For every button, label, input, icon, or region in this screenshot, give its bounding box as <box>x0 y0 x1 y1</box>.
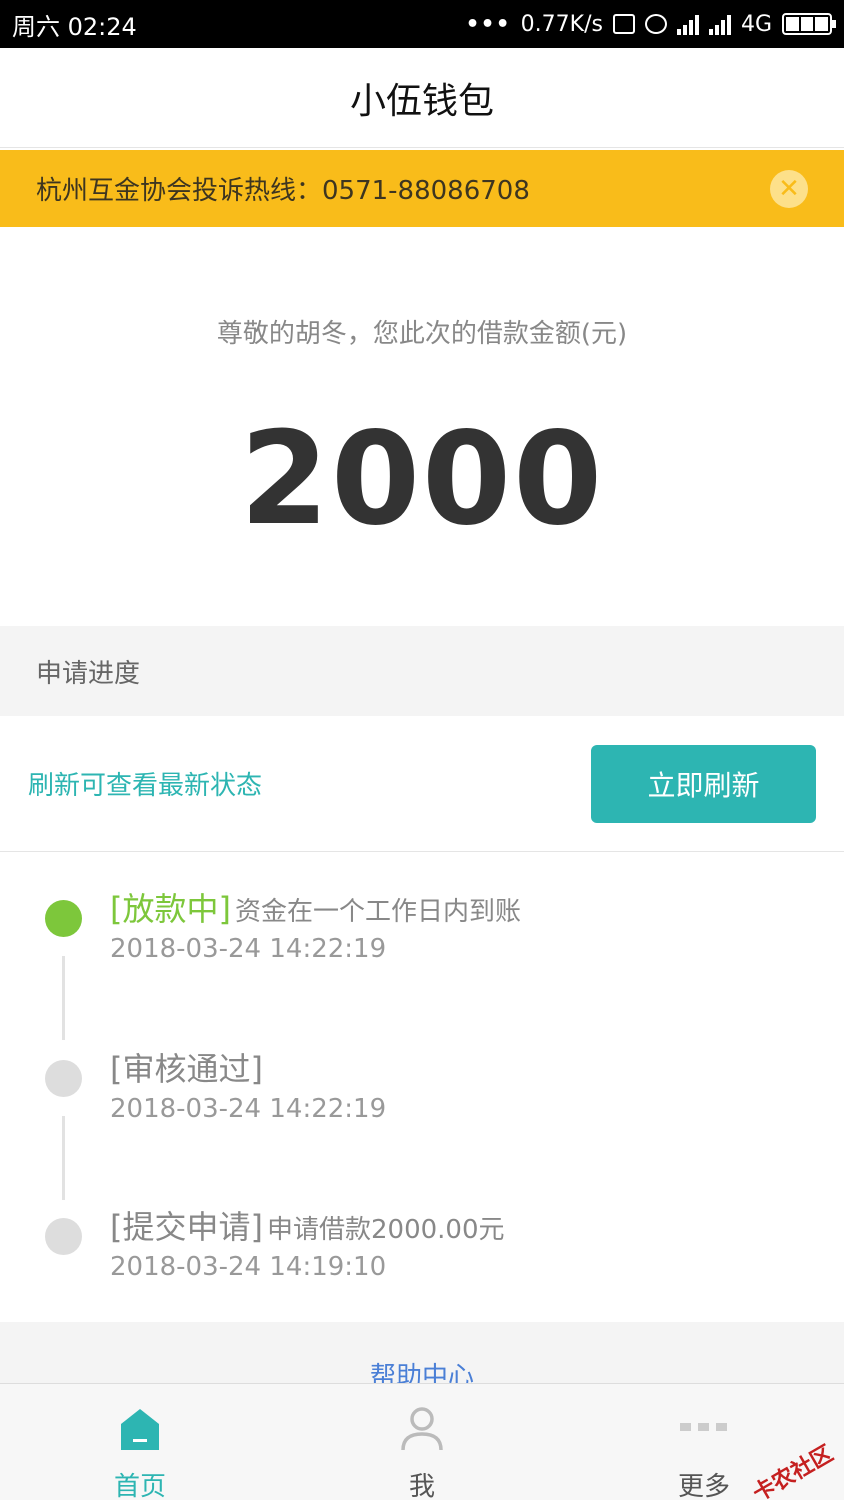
signal-icon <box>676 13 699 35</box>
timeline-tag: [审核通过] <box>110 1050 263 1088</box>
timeline-desc: 资金在一个工作日内到账 <box>234 897 521 927</box>
status-bar: 周六 02:24 ••• 0.77K/s 4G <box>0 0 844 48</box>
timeline-time: 2018-03-24 14:22:19 <box>110 934 387 964</box>
tab-home-label: 首页 <box>113 1472 166 1500</box>
amount-label: 尊敬的胡冬，您此次的借款金额(元) <box>216 319 628 349</box>
refresh-row: 刷新可查看最新状态 立即刷新 <box>0 716 844 852</box>
status-time: 周六 02:24 <box>12 12 137 41</box>
refresh-button[interactable]: 立即刷新 <box>591 744 816 823</box>
tab-me[interactable]: 我 <box>382 1384 462 1500</box>
tab-more[interactable]: 更多 <box>664 1384 744 1500</box>
status-dot-icon <box>45 900 82 937</box>
tab-me-label: 我 <box>408 1472 435 1500</box>
progress-timeline: [放款中] 资金在一个工作日内到账 2018-03-24 14:22:19 [审核… <box>0 852 844 1322</box>
network-type: 4G <box>740 11 772 37</box>
amount-value: 2000 <box>239 405 605 554</box>
notice-text: 杭州互金协会投诉热线：0571-88086708 <box>36 176 530 206</box>
net-speed: 0.77K/s <box>520 11 603 37</box>
page-title: 小伍钱包 <box>349 80 494 122</box>
title-bar: 小伍钱包 <box>0 48 844 148</box>
tab-home[interactable]: 首页 <box>100 1384 180 1500</box>
alarm-icon <box>644 14 667 34</box>
home-icon <box>121 1409 159 1450</box>
signal-2-icon <box>708 13 731 35</box>
more-dots-icon: ••• <box>465 11 511 37</box>
timeline-connector <box>62 1116 65 1200</box>
status-icons: ••• 0.77K/s 4G <box>465 11 836 37</box>
tab-more-label: 更多 <box>677 1472 730 1500</box>
screen-share-icon <box>612 14 635 34</box>
watermark-logo: 卡农社区 <box>748 1441 838 1500</box>
progress-header: 申请进度 <box>0 626 844 716</box>
loan-amount-section: 尊敬的胡冬，您此次的借款金额(元) 2000 <box>0 227 844 626</box>
timeline-tag: [放款中] <box>110 890 231 928</box>
timeline-title: [提交申请] 申请借款2000.00元 <box>110 1202 505 1248</box>
timeline-connector <box>62 956 65 1040</box>
help-section: 帮助中心 <box>0 1322 844 1384</box>
bottom-tab-bar: 首页 我 更多 卡农社区 <box>0 1383 844 1500</box>
timeline-time: 2018-03-24 14:22:19 <box>110 1094 387 1124</box>
status-dot-icon <box>45 1218 82 1255</box>
timeline-title: [放款中] 资金在一个工作日内到账 <box>110 884 521 930</box>
close-icon[interactable]: ✕ <box>770 169 808 208</box>
more-icon <box>680 1423 727 1431</box>
complaint-notice: 杭州互金协会投诉热线：0571-88086708 ✕ <box>0 150 844 227</box>
status-dot-icon <box>45 1060 82 1097</box>
progress-header-label: 申请进度 <box>36 658 141 689</box>
timeline-tag: [提交申请] <box>110 1208 263 1246</box>
refresh-hint: 刷新可查看最新状态 <box>28 771 263 801</box>
timeline-desc: 申请借款2000.00元 <box>266 1215 505 1245</box>
timeline-title: [审核通过] <box>110 1044 267 1090</box>
help-center-link[interactable]: 帮助中心 <box>0 1356 844 1384</box>
user-icon <box>401 1407 443 1451</box>
timeline-time: 2018-03-24 14:19:10 <box>110 1252 387 1282</box>
battery-icon <box>782 13 836 35</box>
